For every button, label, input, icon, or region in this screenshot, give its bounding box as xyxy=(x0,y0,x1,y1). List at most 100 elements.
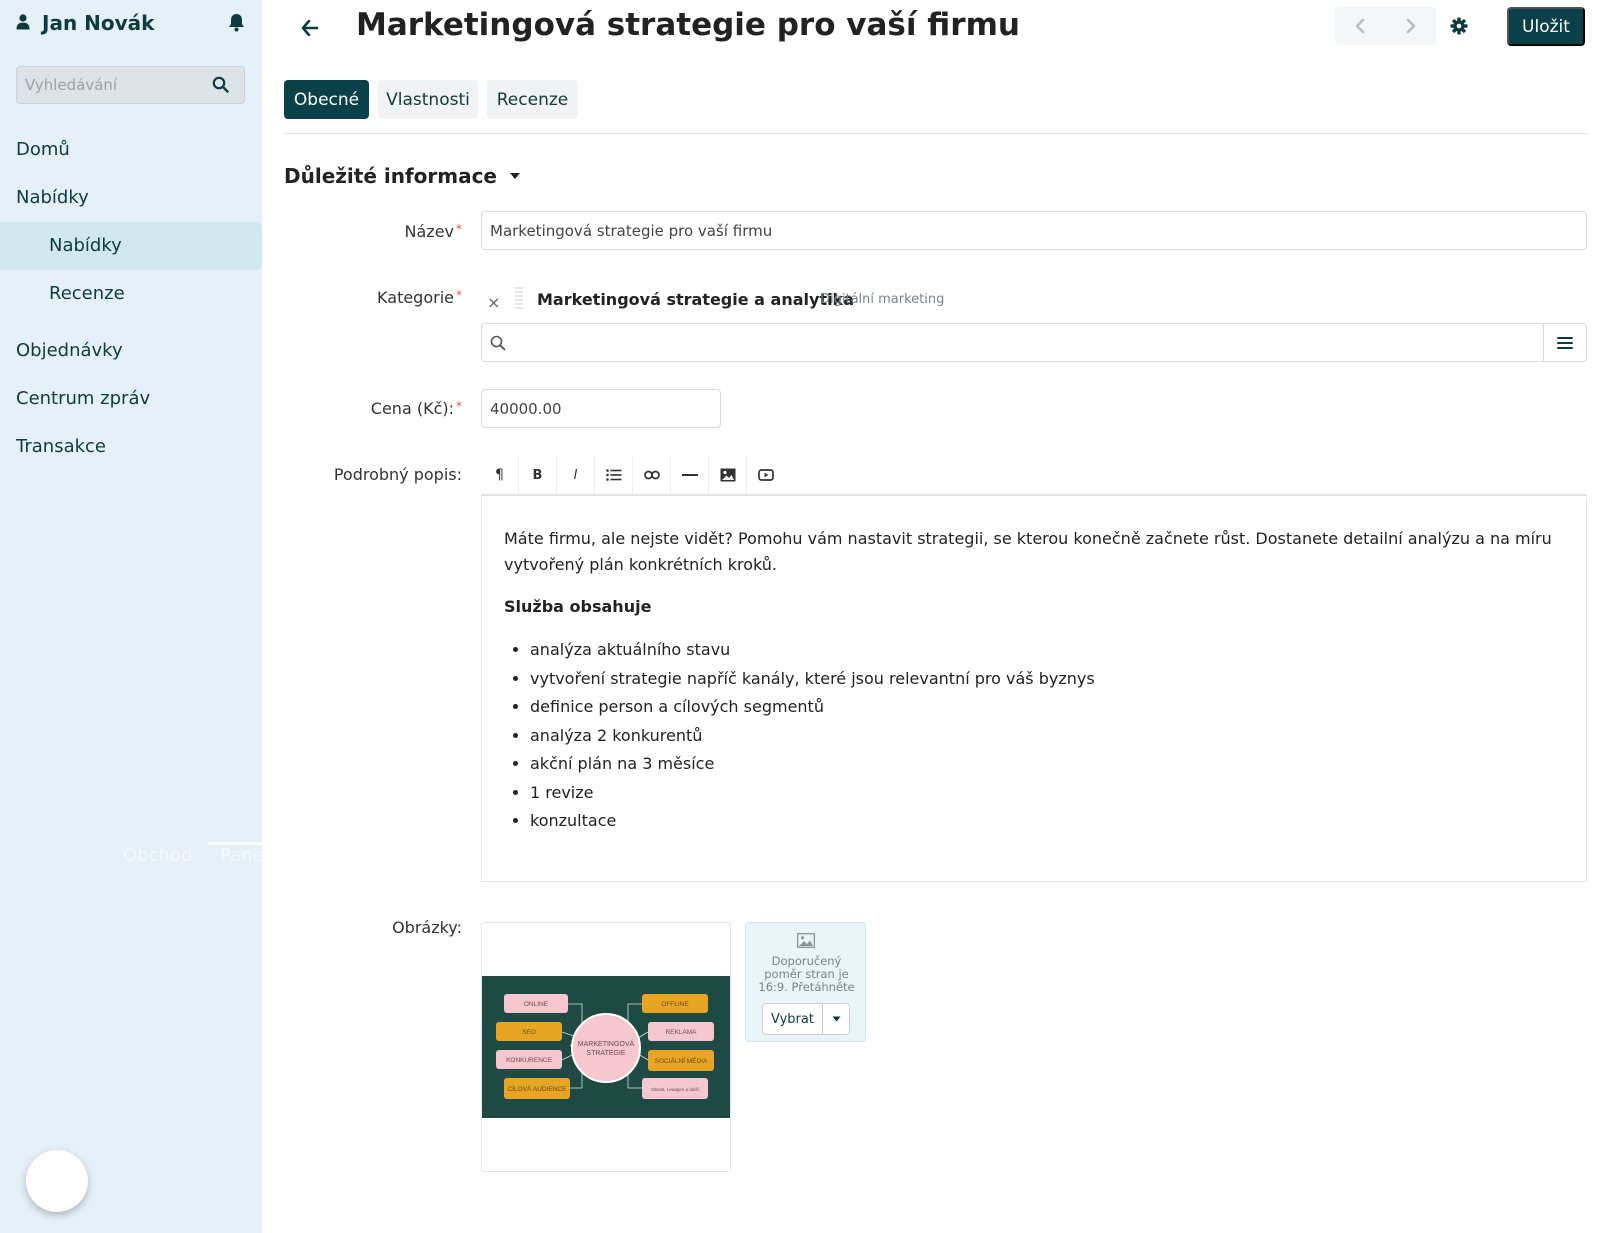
pick-image-group: Vybrat xyxy=(762,1003,850,1035)
list-icon[interactable] xyxy=(1543,324,1586,361)
thumb-right-box-3: SOCIÁLNÍ MÉDIA xyxy=(655,1056,708,1065)
images-label: Obrázky: xyxy=(392,918,462,937)
pick-image-button[interactable]: Vybrat xyxy=(763,1004,823,1034)
list-item: 1 revize xyxy=(530,779,1564,808)
sidebar-item-home[interactable]: Domů xyxy=(16,139,70,160)
gear-icon[interactable] xyxy=(1448,14,1470,38)
tabs-divider xyxy=(284,133,1587,134)
image-thumbnail-card[interactable]: ONLINE SEO KONKURENCE CÍLOVÁ AUDIENCE OF… xyxy=(481,922,731,1172)
category-label: Kategorie * xyxy=(377,288,462,307)
previous-record-button[interactable] xyxy=(1335,7,1385,45)
sidebar-subitem-reviews[interactable]: Recenze xyxy=(49,283,125,304)
price-input[interactable] xyxy=(482,390,720,427)
bullet-list-button[interactable] xyxy=(595,456,633,494)
user-menu[interactable]: Jan Novák xyxy=(16,8,246,38)
description-label: Podrobný popis: xyxy=(333,465,462,484)
list-icon xyxy=(605,469,621,481)
ghost-tab-panel: Pane xyxy=(220,845,264,866)
floating-action-button[interactable] xyxy=(26,1150,88,1212)
sidebar-search xyxy=(16,66,245,104)
link-icon xyxy=(643,470,660,480)
required-mark: * xyxy=(456,288,462,302)
image-upload-dropzone[interactable]: Doporučený poměr stran je 16:9. Přetáhně… xyxy=(745,922,866,1042)
name-field-wrapper xyxy=(481,211,1587,250)
paragraph-button[interactable]: ¶ xyxy=(481,456,519,494)
sidebar-item-offers[interactable]: Nabídky xyxy=(16,187,89,208)
tab-properties[interactable]: Vlastnosti xyxy=(378,80,478,119)
thumb-right-box-2: REKLAMA xyxy=(665,1029,697,1036)
marketing-strategy-image: ONLINE SEO KONKURENCE CÍLOVÁ AUDIENCE OF… xyxy=(482,976,730,1118)
category-search-input[interactable] xyxy=(512,324,1512,361)
thumb-left-box-3: KONKURENCE xyxy=(506,1057,553,1064)
pick-options-dropdown[interactable] xyxy=(823,1004,849,1034)
name-input[interactable] xyxy=(482,212,1586,249)
bold-button[interactable]: B xyxy=(519,456,557,494)
chevron-left-icon xyxy=(1355,18,1365,34)
name-label: Název * xyxy=(404,222,462,241)
user-name: Jan Novák xyxy=(42,11,155,35)
sidebar-subitem-offers[interactable]: Nabídky xyxy=(49,235,122,256)
list-item: analýza 2 konkurentů xyxy=(530,722,1564,751)
italic-button[interactable]: I xyxy=(557,456,595,494)
thumb-right-box-1: OFFLINE xyxy=(661,1001,689,1008)
ghost-tab-shop: Obchod xyxy=(123,845,193,866)
search-icon[interactable] xyxy=(212,76,230,94)
thumb-left-box-4: CÍLOVÁ AUDIENCE xyxy=(508,1084,568,1093)
list-item: konzultace xyxy=(530,807,1564,836)
section-toggle[interactable]: Důležité informace xyxy=(284,164,521,188)
thumb-left-box-1: ONLINE xyxy=(524,1001,549,1008)
description-list: analýza aktuálního stavu vytvoření strat… xyxy=(504,636,1564,836)
caret-down-icon xyxy=(832,1016,840,1022)
section-title: Důležité informace xyxy=(284,164,497,188)
category-search xyxy=(481,323,1587,362)
price-field-wrapper xyxy=(481,389,721,428)
horizontal-rule-button[interactable] xyxy=(671,456,709,494)
sidebar-item-orders[interactable]: Objednávky xyxy=(16,340,123,361)
remove-category-icon[interactable]: × xyxy=(487,293,500,312)
video-icon xyxy=(758,469,774,481)
required-mark: * xyxy=(456,399,462,413)
chevron-right-icon xyxy=(1406,18,1416,34)
upload-hint: Doporučený poměr stran je 16:9. Přetáhně… xyxy=(758,955,855,994)
description-editor[interactable]: Máte firmu, ale nejste vidět? Pomohu vám… xyxy=(481,498,1587,882)
thumb-left-box-2: SEO xyxy=(522,1029,536,1036)
category-chip-name: Marketingová strategie a analytika xyxy=(537,290,854,309)
insert-video-button[interactable] xyxy=(747,456,785,494)
price-label: Cena (Kč): * xyxy=(370,399,462,418)
description-intro: Máte firmu, ale nejste vidět? Pomohu vám… xyxy=(504,529,1552,574)
insert-image-button[interactable] xyxy=(709,456,747,494)
bell-icon[interactable] xyxy=(228,13,246,33)
list-item: analýza aktuálního stavu xyxy=(530,636,1564,665)
sidebar-item-transactions[interactable]: Transakce xyxy=(16,436,106,457)
thumb-right-box-4: Obsah, Leadgen a další xyxy=(651,1087,700,1092)
required-mark: * xyxy=(456,222,462,236)
link-button[interactable] xyxy=(633,456,671,494)
image-placeholder-icon xyxy=(797,933,815,948)
main-content: Marketingová strategie pro vaší firmu Ul… xyxy=(262,0,1600,1233)
list-item: definice person a cílových segmentů xyxy=(530,693,1564,722)
tab-general[interactable]: Obecné xyxy=(284,80,369,119)
record-navigation xyxy=(1335,7,1436,45)
caret-down-icon xyxy=(509,172,521,180)
list-item: akční plán na 3 měsíce xyxy=(530,750,1564,779)
search-input[interactable] xyxy=(17,67,207,103)
description-heading: Služba obsahuje xyxy=(504,597,652,616)
sidebar-item-messages[interactable]: Centrum zpráv xyxy=(16,388,150,409)
image-icon xyxy=(720,468,735,482)
hr-icon xyxy=(681,474,698,476)
category-chip-parent: Digitální marketing xyxy=(820,292,945,307)
editor-toolbar: ¶ B I xyxy=(481,456,1587,496)
back-arrow-icon[interactable] xyxy=(298,16,322,40)
page-title: Marketingová strategie pro vaší firmu xyxy=(356,7,1020,43)
thumb-center-line-2: STRATEGIE xyxy=(586,1050,625,1057)
list-item: vytvoření strategie napříč kanály, které… xyxy=(530,665,1564,694)
search-icon xyxy=(490,335,506,351)
tab-reviews[interactable]: Recenze xyxy=(487,80,578,119)
drag-handle-icon[interactable] xyxy=(515,287,523,309)
active-nav-highlight xyxy=(0,222,262,270)
save-button[interactable]: Uložit xyxy=(1507,7,1585,46)
sidebar: Jan Novák Domů Nabídky Nabídky Recenze O… xyxy=(0,0,264,1233)
next-record-button[interactable] xyxy=(1386,7,1436,45)
user-icon xyxy=(16,14,32,32)
thumb-center-line-1: MARKETINGOVÁ xyxy=(578,1039,635,1048)
